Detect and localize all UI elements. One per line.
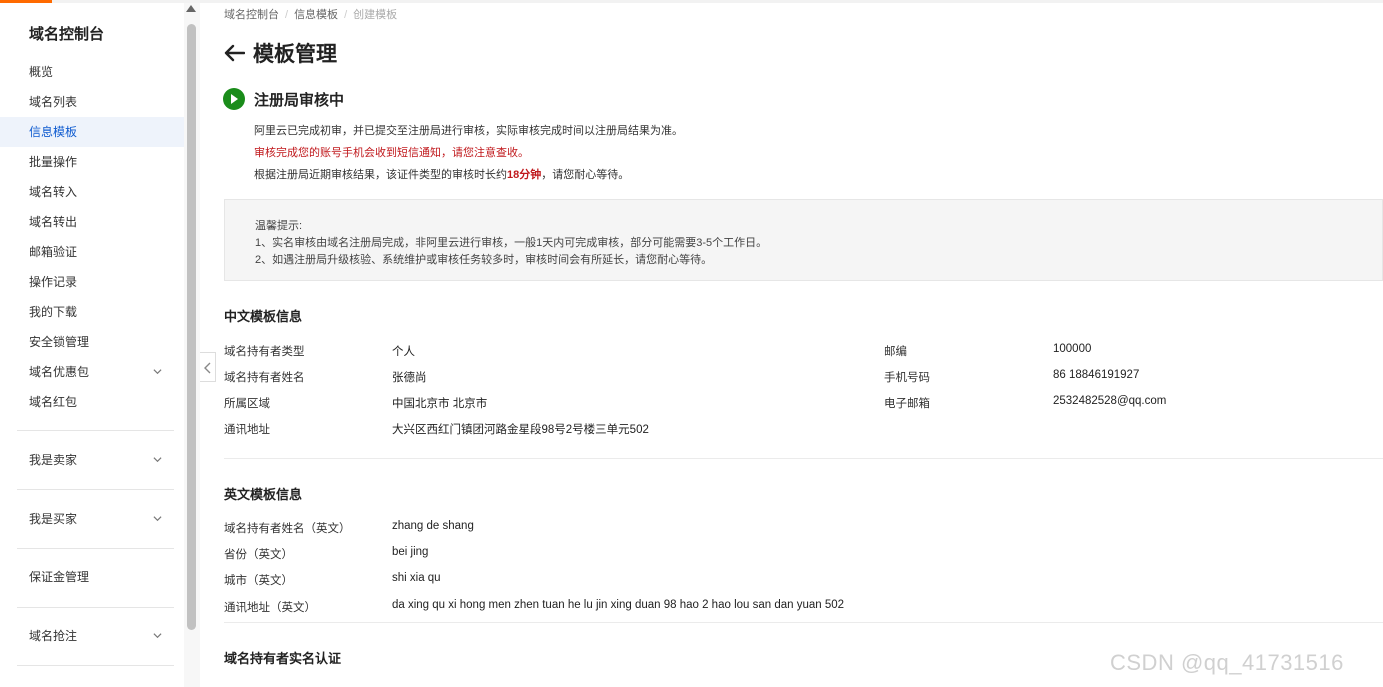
section-title-cn-info: 中文模板信息	[224, 309, 303, 324]
sidebar-divider	[17, 665, 174, 666]
sidebar-scrollbar-thumb[interactable]	[187, 24, 196, 630]
field-label: 电子邮箱	[884, 398, 930, 410]
sidebar-group-snapping[interactable]: 域名抢注	[0, 621, 184, 651]
sidebar-divider	[17, 607, 174, 608]
field-value: da xing qu xi hong men zhen tuan he lu j…	[392, 599, 845, 611]
top-bar	[0, 0, 1383, 3]
chevron-down-icon	[153, 516, 162, 522]
section-divider	[224, 458, 1383, 459]
play-circle-icon	[223, 88, 245, 110]
field-value: 中国北京市 北京市	[392, 398, 488, 410]
field-label: 通讯地址（英文）	[224, 602, 316, 614]
field-label: 所属区域	[224, 398, 270, 410]
sidebar-divider	[17, 548, 174, 549]
sidebar-item-batch-ops[interactable]: 批量操作	[0, 147, 184, 177]
page-header: 模板管理	[223, 38, 337, 68]
field-label: 手机号码	[884, 372, 930, 384]
sidebar-item-transfer-in[interactable]: 域名转入	[0, 177, 184, 207]
sidebar: 域名控制台 概览 域名列表 信息模板 批量操作 域名转入 域名转出 邮箱验证 操…	[0, 3, 200, 687]
sidebar-item-transfer-out[interactable]: 域名转出	[0, 207, 184, 237]
duration-prefix: 根据注册局近期审核结果，该证件类型的审核时长约	[254, 169, 507, 181]
sidebar-item-domain-list[interactable]: 域名列表	[0, 87, 184, 117]
duration-highlight: 18分钟	[507, 169, 542, 181]
sms-notice: 审核完成您的账号手机会收到短信通知，请您注意查收。	[254, 147, 529, 159]
field-value: shi xia qu	[392, 572, 441, 584]
breadcrumb-item-console[interactable]: 域名控制台	[224, 9, 279, 21]
tips-title: 温馨提示:	[255, 220, 303, 232]
review-duration-text: 根据注册局近期审核结果，该证件类型的审核时长约18分钟，请您耐心等待。	[254, 166, 629, 182]
sidebar-collapse-button[interactable]	[200, 352, 216, 382]
back-arrow-icon[interactable]	[223, 44, 245, 62]
field-label: 域名持有者姓名（英文）	[224, 523, 351, 535]
field-value: 大兴区西红门镇团河路金星段98号2号楼三单元502	[392, 424, 649, 436]
sidebar-item-my-downloads[interactable]: 我的下载	[0, 297, 184, 327]
field-value: 100000	[1053, 343, 1092, 355]
watermark: CSDN @qq_41731516	[1110, 650, 1344, 675]
status-message: 阿里云已完成初审，并已提交至注册局进行审核，实际审核完成时间以注册局结果为准。	[254, 125, 683, 137]
breadcrumb-item-current: 创建模板	[353, 9, 398, 21]
breadcrumb: 域名控制台 / 信息模板 / 创建模板	[224, 6, 397, 22]
sidebar-item-label: 域名抢注	[29, 629, 78, 643]
page-title: 模板管理	[253, 43, 337, 66]
sidebar-item-security-lock[interactable]: 安全锁管理	[0, 327, 184, 357]
section-title-en-info: 英文模板信息	[224, 487, 303, 502]
tip-item: 1、实名审核由域名注册局完成，非阿里云进行审核，一般1天内可完成审核，部分可能需…	[255, 237, 768, 249]
tip-item: 2、如遇注册局升级核验、系统维护或审核任务较多时，审核时间会有所延长，请您耐心等…	[255, 254, 713, 266]
breadcrumb-item-templates[interactable]: 信息模板	[294, 9, 338, 21]
chevron-down-icon	[153, 457, 162, 463]
tips-box: 温馨提示: 1、实名审核由域名注册局完成，非阿里云进行审核，一般1天内可完成审核…	[224, 199, 1383, 281]
field-label: 省份（英文）	[224, 549, 293, 561]
field-value: 个人	[392, 346, 415, 358]
field-value: 张德尚	[392, 372, 427, 384]
sidebar-item-red-packet[interactable]: 域名红包	[0, 387, 184, 417]
sidebar-item-info-template[interactable]: 信息模板	[0, 117, 184, 147]
breadcrumb-separator: /	[285, 9, 289, 21]
field-value: zhang de shang	[392, 520, 474, 532]
sidebar-item-discount-pack[interactable]: 域名优惠包	[0, 357, 184, 387]
sidebar-divider	[17, 489, 174, 490]
field-label: 城市（英文）	[224, 575, 293, 587]
sidebar-item-label: 域名优惠包	[29, 365, 90, 379]
section-divider	[224, 622, 1383, 623]
field-value: bei jing	[392, 546, 429, 558]
breadcrumb-separator: /	[344, 9, 348, 21]
field-label: 域名持有者类型	[224, 346, 305, 358]
field-label: 通讯地址	[224, 424, 270, 436]
sidebar-divider	[17, 430, 174, 431]
sidebar-item-overview[interactable]: 概览	[0, 57, 184, 87]
sidebar-item-email-verify[interactable]: 邮箱验证	[0, 237, 184, 267]
review-status: 注册局审核中	[223, 88, 344, 110]
section-title-realname: 域名持有者实名认证	[224, 651, 342, 666]
chevron-down-icon	[153, 369, 162, 375]
sidebar-group-deposit[interactable]: 保证金管理	[0, 562, 184, 592]
scroll-up-arrow-icon[interactable]	[186, 5, 196, 12]
field-value: 86 18846191927	[1053, 369, 1140, 381]
sidebar-group-buyer[interactable]: 我是买家	[0, 504, 184, 534]
chevron-left-icon	[204, 362, 211, 374]
field-label: 邮编	[884, 346, 907, 358]
duration-suffix: ，请您耐心等待。	[541, 169, 630, 181]
sidebar-item-label: 我是买家	[29, 512, 78, 526]
sidebar-item-label: 我是卖家	[29, 453, 78, 467]
field-value: 2532482528@qq.com	[1053, 395, 1167, 407]
sidebar-item-operation-log[interactable]: 操作记录	[0, 267, 184, 297]
field-label: 域名持有者姓名	[224, 372, 305, 384]
chevron-down-icon	[153, 633, 162, 639]
sidebar-group-seller[interactable]: 我是卖家	[0, 445, 184, 475]
status-title: 注册局审核中	[254, 91, 345, 109]
sidebar-title: 域名控制台	[29, 26, 105, 43]
